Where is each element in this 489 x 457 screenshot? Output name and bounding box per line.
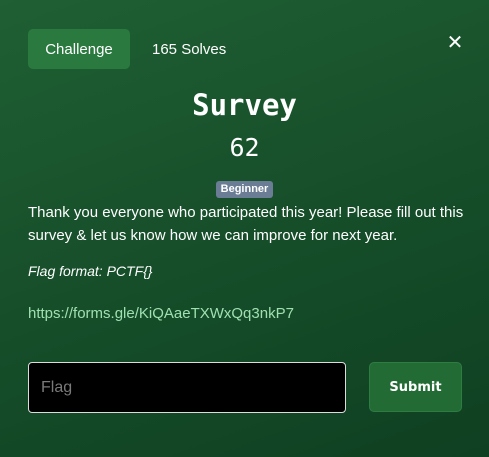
flag-format-text: Flag format: PCTF{} [28,263,153,279]
challenge-description: Thank you everyone who participated this… [28,204,464,244]
solves-count[interactable]: 165 Solves [152,41,226,58]
flag-input[interactable] [28,362,346,413]
challenge-title: Survey [192,88,297,122]
submit-button[interactable]: Submit [369,362,462,412]
challenge-points: 62 [229,133,260,162]
tab-challenge[interactable]: Challenge [28,29,130,69]
difficulty-badge-wrap: Beginner [0,179,489,198]
difficulty-badge: Beginner [215,181,274,198]
close-icon[interactable]: ✕ [444,30,466,54]
survey-link[interactable]: https://forms.gle/KiQAaeTXWxQq3nkP7 [28,305,294,322]
